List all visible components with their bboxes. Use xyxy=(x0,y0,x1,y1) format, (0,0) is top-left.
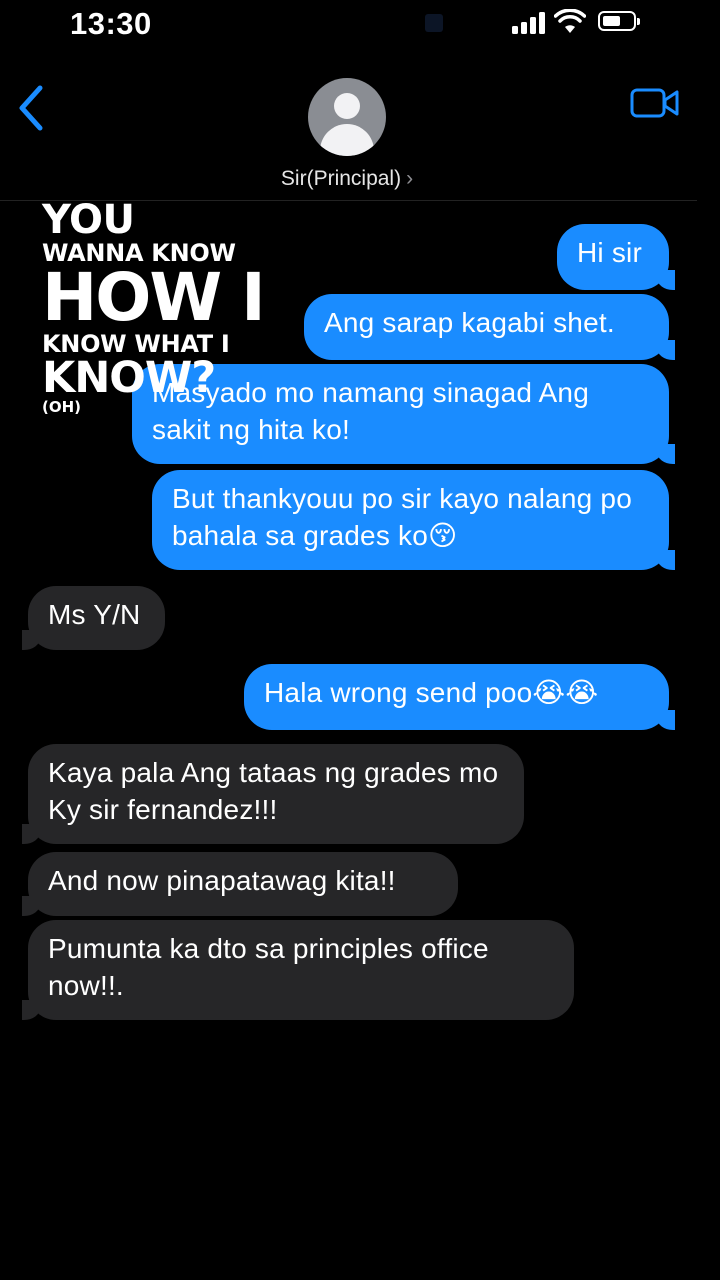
message-text: And now pinapatawag kita!! xyxy=(48,865,396,896)
battery-icon xyxy=(598,11,640,31)
message-bubble-outgoing[interactable]: Hi sir xyxy=(557,224,675,290)
message-bubble-incoming[interactable]: And now pinapatawag kita!! xyxy=(22,852,458,916)
contact-name: Sir(Principal) xyxy=(280,167,402,190)
video-camera-icon[interactable] xyxy=(630,86,680,120)
signal-icon xyxy=(512,12,548,34)
conversation-header: Sir(Principal) › xyxy=(0,52,720,202)
status-time: 13:30 xyxy=(70,6,152,41)
message-bubble-outgoing[interactable]: Ang sarap kagabi shet. xyxy=(304,294,675,360)
message-text: Pumunta ka dto sa principles office now!… xyxy=(48,933,489,1001)
message-text: But thankyouu po sir kayo nalang po baha… xyxy=(172,483,632,551)
message-text: Ang sarap kagabi shet. xyxy=(324,307,615,338)
message-text: Hala wrong send poo xyxy=(264,677,533,708)
caption-line: KNOW? xyxy=(42,353,216,403)
message-text: Kaya pala Ang tataas ng grades mo Ky sir… xyxy=(48,757,499,825)
chevron-right-icon: › xyxy=(406,167,414,190)
wifi-icon xyxy=(554,9,586,33)
message-bubble-incoming[interactable]: Pumunta ka dto sa principles office now!… xyxy=(22,920,574,1020)
status-bar: 13:30 xyxy=(0,0,720,52)
message-bubble-outgoing[interactable]: Hala wrong send poo😭😭 xyxy=(244,664,675,730)
message-bubble-incoming[interactable]: Kaya pala Ang tataas ng grades mo Ky sir… xyxy=(22,744,524,844)
contact-avatar[interactable] xyxy=(308,78,386,156)
caption-line: HOW I xyxy=(42,259,266,336)
contact-name-button[interactable]: Sir(Principal) › xyxy=(0,167,694,191)
message-bubble-outgoing[interactable]: But thankyouu po sir kayo nalang po baha… xyxy=(152,470,675,570)
status-indicator xyxy=(425,14,443,32)
crying-face-emoji: 😭😭 xyxy=(532,676,599,709)
message-text: Ms Y/N xyxy=(48,599,141,630)
message-text: Hi sir xyxy=(577,237,642,268)
caption-line: YOU xyxy=(42,197,135,243)
overlay-caption: YOU WANNA KNOW HOW I KNOW WHAT I KNOW? (… xyxy=(42,197,266,416)
message-bubble-incoming[interactable]: Ms Y/N xyxy=(22,586,165,650)
chevron-left-icon[interactable] xyxy=(14,82,50,134)
kissing-face-emoji: 😚 xyxy=(427,519,458,552)
